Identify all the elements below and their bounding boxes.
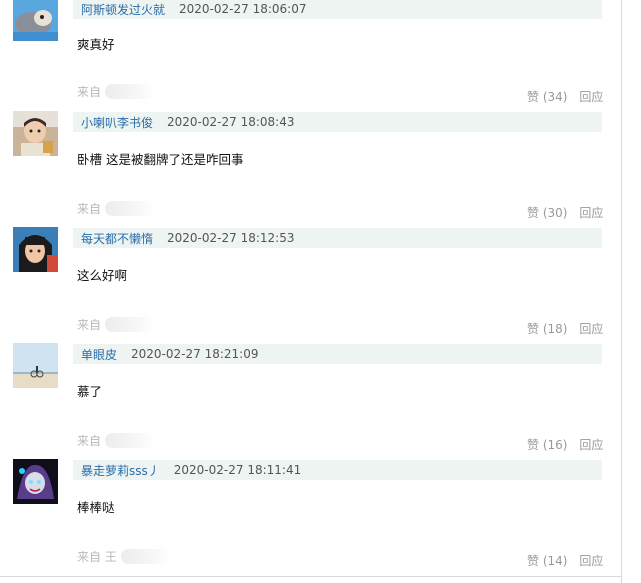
user-avatar[interactable] — [13, 459, 58, 504]
user-avatar[interactable] — [13, 111, 58, 156]
comment-text: 爽真好 — [77, 37, 115, 52]
comment-item: 每天都不懒惰 2020-02-27 18:12:53 这么好啊 来自 赞 (18… — [0, 222, 621, 339]
reply-button[interactable]: 回应 — [579, 322, 603, 336]
comment-timestamp: 2020-02-27 18:11:41 — [173, 463, 302, 477]
like-count: (16) — [542, 438, 568, 452]
comment-actions: 赞 (34) 回应 — [527, 88, 603, 105]
comment-item: 阿斯顿发过火就 2020-02-27 18:06:07 爽真好 来自 赞 (34… — [0, 0, 621, 106]
like-count: (14) — [542, 554, 568, 568]
comment-item: 暴走萝莉sss丿 2020-02-27 18:11:41 棒棒哒 来自 王 赞 … — [0, 454, 621, 571]
like-button[interactable]: 赞 (16) — [527, 438, 567, 452]
comment-actions: 赞 (18) 回应 — [527, 320, 603, 337]
source-label: 来自 — [77, 318, 102, 332]
panel-right-border — [621, 0, 622, 583]
comment-source: 来自 — [77, 432, 156, 449]
like-button[interactable]: 赞 (18) — [527, 322, 567, 336]
panel-bottom-border — [0, 576, 622, 577]
comment-text: 棒棒哒 — [77, 500, 115, 515]
username-link[interactable]: 阿斯顿发过火就 — [81, 1, 165, 18]
source-label: 来自 — [77, 202, 102, 216]
comment-timestamp: 2020-02-27 18:21:09 — [131, 347, 259, 361]
like-label: 赞 — [527, 90, 540, 104]
like-count: (30) — [542, 206, 568, 220]
like-label: 赞 — [527, 438, 540, 452]
user-avatar[interactable] — [13, 227, 58, 272]
reply-button[interactable]: 回应 — [579, 206, 603, 220]
user-avatar[interactable] — [13, 0, 58, 41]
like-button[interactable]: 赞 (30) — [527, 206, 567, 220]
source-redacted — [105, 317, 156, 332]
like-label: 赞 — [527, 206, 540, 220]
username-link[interactable]: 暴走萝莉sss丿 — [81, 462, 160, 479]
reply-button[interactable]: 回应 — [579, 438, 603, 452]
comment-header: 暴走萝莉sss丿 2020-02-27 18:11:41 — [73, 460, 602, 480]
comment-timestamp: 2020-02-27 18:08:43 — [167, 115, 295, 129]
comment-text: 卧槽 这是被翻牌了还是咋回事 — [77, 152, 244, 167]
source-redacted — [120, 549, 171, 564]
source-redacted — [105, 201, 156, 216]
comment-actions: 赞 (14) 回应 — [527, 552, 603, 569]
username-link[interactable]: 每天都不懒惰 — [81, 230, 153, 247]
reply-button[interactable]: 回应 — [579, 554, 603, 568]
like-count: (18) — [542, 322, 568, 336]
source-redacted — [105, 433, 156, 448]
comment-timestamp: 2020-02-27 18:12:53 — [167, 231, 295, 245]
comment-actions: 赞 (30) 回应 — [527, 204, 603, 221]
username-link[interactable]: 单眼皮 — [81, 346, 117, 363]
comment-header: 每天都不懒惰 2020-02-27 18:12:53 — [73, 228, 602, 248]
comment-timestamp: 2020-02-27 18:06:07 — [179, 2, 307, 16]
source-redacted — [105, 84, 156, 99]
comment-header: 小喇叭李书俊 2020-02-27 18:08:43 — [73, 112, 602, 132]
comment-item: 小喇叭李书俊 2020-02-27 18:08:43 卧槽 这是被翻牌了还是咋回… — [0, 106, 621, 223]
comment-text: 这么好啊 — [77, 268, 128, 283]
user-avatar[interactable] — [13, 343, 58, 388]
source-label: 来自 — [77, 85, 102, 99]
like-button[interactable]: 赞 (34) — [527, 90, 567, 104]
comment-source: 来自 — [77, 316, 156, 333]
comment-header: 阿斯顿发过火就 2020-02-27 18:06:07 — [73, 0, 602, 19]
like-label: 赞 — [527, 554, 540, 568]
username-link[interactable]: 小喇叭李书俊 — [81, 114, 153, 131]
comment-source: 来自 — [77, 83, 156, 100]
comment-text: 慕了 — [77, 384, 103, 399]
comment-header: 单眼皮 2020-02-27 18:21:09 — [73, 344, 602, 364]
comment-source: 来自 — [77, 200, 156, 217]
comment-item: 单眼皮 2020-02-27 18:21:09 慕了 来自 赞 (16) 回应 — [0, 338, 621, 455]
like-button[interactable]: 赞 (14) — [527, 554, 567, 568]
comment-actions: 赞 (16) 回应 — [527, 436, 603, 453]
source-label: 来自 — [77, 434, 102, 448]
comment-source: 来自 王 — [77, 548, 171, 565]
like-label: 赞 — [527, 322, 540, 336]
like-count: (34) — [542, 90, 568, 104]
source-label: 来自 王 — [77, 550, 117, 564]
reply-button[interactable]: 回应 — [579, 90, 603, 104]
